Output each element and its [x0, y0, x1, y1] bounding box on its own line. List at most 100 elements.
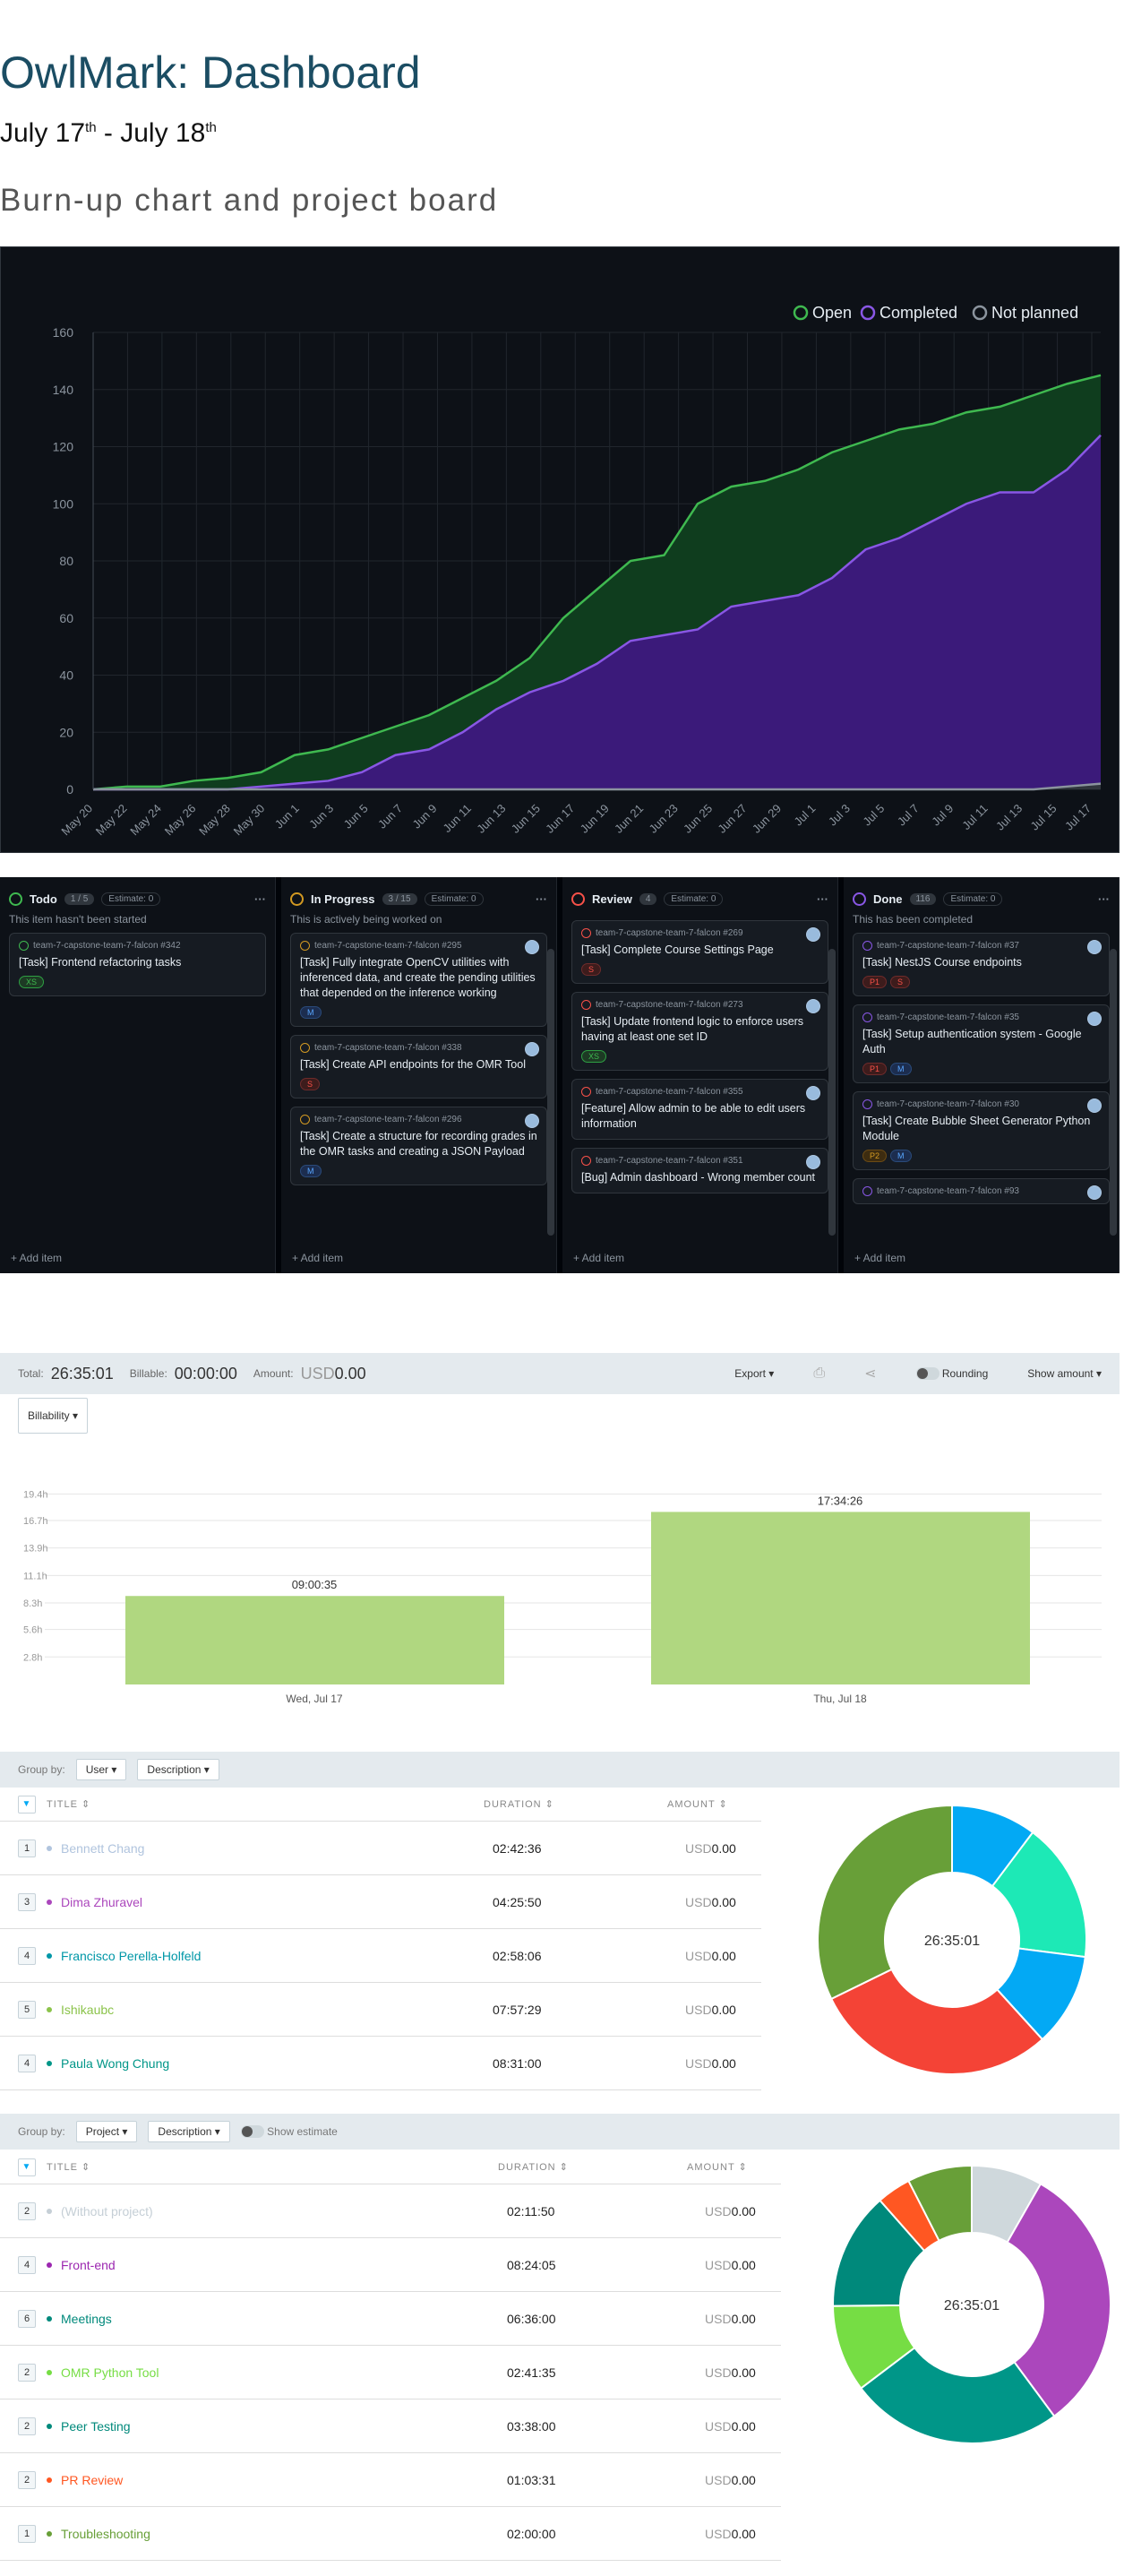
board-card[interactable]: team-7-capstone-team-7-falcon #295 [Task]…	[290, 933, 547, 1027]
card-ref[interactable]: team-7-capstone-team-7-falcon #338	[300, 1043, 537, 1053]
row-title[interactable]: Peer Testing	[61, 2419, 131, 2434]
row-title[interactable]: Dima Zhuravel	[61, 1895, 142, 1909]
board-card[interactable]: team-7-capstone-team-7-falcon #338 [Task]…	[290, 1035, 547, 1098]
burnup-svg: 020406080100120140160May 20May 22May 24M…	[53, 304, 1102, 838]
table-row[interactable]: 4 Francisco Perella-Holfeld 02:58:06 USD0.0…	[0, 1929, 761, 1983]
bar-value-label: 09:00:35	[292, 1578, 338, 1591]
card-ref[interactable]: team-7-capstone-team-7-falcon #269	[581, 928, 819, 938]
card-tag: P2	[862, 1150, 888, 1162]
board-card[interactable]: team-7-capstone-team-7-falcon #93	[853, 1178, 1110, 1204]
card-ref[interactable]: team-7-capstone-team-7-falcon #273	[581, 1000, 819, 1010]
billability-select[interactable]: Billability ▾	[18, 1398, 89, 1434]
board-card[interactable]: team-7-capstone-team-7-falcon #355 [Featu…	[571, 1079, 828, 1140]
row-title[interactable]: Troubleshooting	[61, 2527, 150, 2541]
column-scrollbar[interactable]	[1110, 949, 1117, 1236]
collapse-icon[interactable]: ▼	[18, 1795, 36, 1814]
show-estimate-toggle[interactable]: Show estimate	[240, 2125, 338, 2139]
time-bar	[125, 1596, 504, 1684]
x-tick-label: Jun 1	[272, 802, 302, 831]
row-title[interactable]: Front-end	[61, 2258, 116, 2272]
card-title[interactable]: [Task] Fully integrate OpenCV utilities …	[300, 955, 537, 1001]
board-card[interactable]: team-7-capstone-team-7-falcon #273 [Task]…	[571, 992, 828, 1071]
board-card[interactable]: team-7-capstone-team-7-falcon #351 [Bug] …	[571, 1148, 828, 1193]
add-item-button[interactable]: + Add item	[11, 1252, 62, 1264]
table-row[interactable]: 4 Front-end 08:24:05 USD0.00	[0, 2238, 781, 2292]
card-title[interactable]: [Feature] Allow admin to be able to edit…	[581, 1101, 819, 1132]
add-item-button[interactable]: + Add item	[573, 1252, 624, 1264]
column-menu-icon[interactable]: ···	[1098, 892, 1110, 906]
group-by-project-select[interactable]: Project ▾	[75, 2121, 138, 2142]
card-ref[interactable]: team-7-capstone-team-7-falcon #30	[862, 1099, 1100, 1109]
column-name: Done	[873, 892, 903, 906]
share-icon[interactable]: ⋖	[864, 1365, 876, 1383]
column-scrollbar[interactable]	[547, 949, 554, 1236]
card-title[interactable]: [Task] Create Bubble Sheet Generator Pyt…	[862, 1114, 1100, 1144]
export-button[interactable]: Export ▾	[734, 1367, 774, 1380]
card-ref[interactable]: team-7-capstone-team-7-falcon #355	[581, 1087, 819, 1097]
column-menu-icon[interactable]: ···	[254, 892, 266, 906]
card-title[interactable]: [Task] Complete Course Settings Page	[581, 943, 819, 958]
x-tick-label: Jul 9	[929, 802, 956, 829]
row-title[interactable]: Bennett Chang	[61, 1841, 144, 1856]
amount-column-header[interactable]: AMOUNT ⇕	[667, 1798, 728, 1810]
card-title[interactable]: [Task] Frontend refactoring tasks	[19, 955, 256, 970]
card-title[interactable]: [Task] Setup authentication system - Goo…	[862, 1027, 1100, 1057]
amount-column-header[interactable]: AMOUNT ⇕	[687, 2161, 748, 2173]
column-menu-icon[interactable]: ···	[536, 892, 547, 906]
board-card[interactable]: team-7-capstone-team-7-falcon #37 [Task] …	[853, 933, 1110, 996]
card-title[interactable]: [Task] NestJS Course endpoints	[862, 955, 1100, 970]
add-item-button[interactable]: + Add item	[854, 1252, 905, 1264]
table-row[interactable]: 2 Peer Testing 03:38:00 USD0.00	[0, 2399, 781, 2453]
print-icon[interactable]: ⎙	[813, 1366, 825, 1382]
row-title[interactable]: Paula Wong Chung	[61, 2056, 169, 2071]
card-tag: S	[890, 976, 911, 988]
card-tag: M	[300, 1165, 322, 1177]
collapse-icon[interactable]: ▼	[18, 2158, 36, 2176]
row-title[interactable]: Francisco Perella-Holfeld	[61, 1949, 201, 1963]
card-title[interactable]: [Task] Create API endpoints for the OMR …	[300, 1057, 537, 1073]
table-row[interactable]: 2 OMR Python Tool 02:41:35 USD0.00	[0, 2346, 781, 2399]
duration-column-header[interactable]: DURATION ⇕	[484, 1798, 554, 1810]
table-row[interactable]: 1 Troubleshooting 02:00:00 USD0.00	[0, 2507, 781, 2561]
column-scrollbar[interactable]	[828, 949, 836, 1236]
row-title[interactable]: PR Review	[61, 2473, 123, 2487]
table-row[interactable]: 5 Ishikaubc 07:57:29 USD0.00	[0, 1983, 761, 2037]
avatar	[525, 1114, 539, 1128]
duration-column-header[interactable]: DURATION ⇕	[498, 2161, 569, 2173]
card-title[interactable]: [Task] Create a structure for recording …	[300, 1129, 537, 1159]
table-row[interactable]: 3 Dima Zhuravel 04:25:50 USD0.00	[0, 1875, 761, 1929]
row-title[interactable]: (Without project)	[61, 2204, 153, 2218]
card-ref[interactable]: team-7-capstone-team-7-falcon #35	[862, 1012, 1100, 1022]
board-card[interactable]: team-7-capstone-team-7-falcon #35 [Task] …	[853, 1004, 1110, 1083]
board-card[interactable]: team-7-capstone-team-7-falcon #342 [Task]…	[9, 933, 266, 996]
group-by-description-select-2[interactable]: Description ▾	[148, 2121, 230, 2142]
board-card[interactable]: team-7-capstone-team-7-falcon #296 [Task]…	[290, 1107, 547, 1185]
title-column-header[interactable]: TITLE ⇕	[47, 2161, 90, 2173]
card-ref[interactable]: team-7-capstone-team-7-falcon #296	[300, 1115, 537, 1124]
card-ref[interactable]: team-7-capstone-team-7-falcon #295	[300, 941, 537, 951]
row-title[interactable]: Ishikaubc	[61, 2003, 114, 2017]
board-card[interactable]: team-7-capstone-team-7-falcon #269 [Task]…	[571, 920, 828, 984]
table-row[interactable]: 4 Paula Wong Chung 08:31:00 USD0.00	[0, 2037, 761, 2090]
add-item-button[interactable]: + Add item	[292, 1252, 343, 1264]
card-title[interactable]: [Task] Update frontend logic to enforce …	[581, 1014, 819, 1045]
title-column-header[interactable]: TITLE ⇕	[47, 1798, 90, 1810]
table-row[interactable]: 6 Meetings 06:36:00 USD0.00	[0, 2292, 781, 2346]
card-tag: M	[890, 1150, 912, 1162]
table-row[interactable]: 2 (Without project) 02:11:50 USD0.00	[0, 2184, 781, 2238]
rounding-toggle[interactable]: Rounding	[915, 1367, 988, 1381]
column-menu-icon[interactable]: ···	[817, 892, 828, 906]
row-title[interactable]: Meetings	[61, 2312, 112, 2326]
row-title[interactable]: OMR Python Tool	[61, 2365, 159, 2380]
table-row[interactable]: 1 Bennett Chang 02:42:36 USD0.00	[0, 1822, 761, 1875]
table-row[interactable]: 2 PR Review 01:03:31 USD0.00	[0, 2453, 781, 2507]
show-amount-dropdown[interactable]: Show amount ▾	[1027, 1367, 1102, 1380]
group-by-user-select[interactable]: User ▾	[75, 1759, 127, 1780]
card-ref[interactable]: team-7-capstone-team-7-falcon #351	[581, 1156, 819, 1166]
card-ref[interactable]: team-7-capstone-team-7-falcon #37	[862, 941, 1100, 951]
group-by-description-select[interactable]: Description ▾	[137, 1759, 219, 1780]
card-title[interactable]: [Bug] Admin dashboard - Wrong member cou…	[581, 1170, 819, 1185]
board-card[interactable]: team-7-capstone-team-7-falcon #30 [Task] …	[853, 1091, 1110, 1170]
card-ref[interactable]: team-7-capstone-team-7-falcon #342	[19, 941, 256, 951]
card-ref[interactable]: team-7-capstone-team-7-falcon #93	[862, 1186, 1100, 1196]
